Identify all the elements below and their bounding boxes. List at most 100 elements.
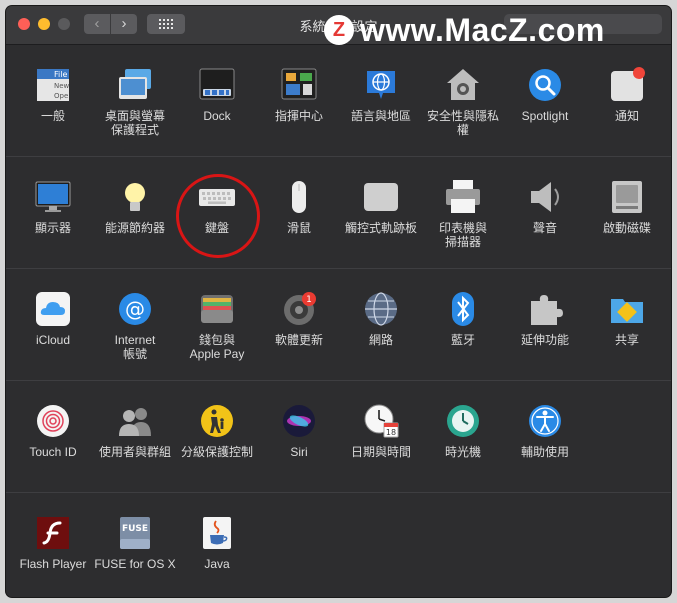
pref-label: 指揮中心 — [274, 109, 323, 123]
pref-wallet-applepay[interactable]: 錢包與 Apple Pay — [176, 269, 258, 380]
pref-internet-accounts[interactable]: @ Internet 帳號 — [94, 269, 176, 380]
pref-label: 時光機 — [444, 445, 481, 459]
bluetooth-icon — [452, 292, 474, 326]
pref-sound[interactable]: 聲音 — [504, 157, 586, 268]
pref-label: 輔助使用 — [520, 445, 569, 459]
pref-label: 顯示器 — [34, 221, 71, 235]
pref-mission-control[interactable]: 指揮中心 — [258, 45, 340, 156]
watermark: Z www.MacZ.com — [324, 12, 605, 48]
pref-spotlight[interactable]: Spotlight — [504, 45, 586, 156]
siri-icon — [283, 405, 315, 437]
security-privacy-icon — [447, 69, 479, 100]
date-time-icon: 18 — [364, 404, 399, 438]
energy-saver-icon — [125, 183, 145, 211]
touch-id-icon — [37, 405, 69, 437]
pref-touch-id[interactable]: Touch ID — [12, 381, 94, 492]
pref-fuse[interactable]: FUSE FUSE for OS X — [94, 493, 176, 597]
pref-label: Dock — [203, 109, 231, 123]
pref-security-privacy[interactable]: 安全性與隱私權 — [422, 45, 504, 156]
pref-parental-controls[interactable]: 分級保護控制 — [176, 381, 258, 492]
pref-label: 分級保護控制 — [180, 445, 253, 459]
pref-label: 觸控式軌跡板 — [344, 221, 417, 235]
pref-trackpad[interactable]: 觸控式軌跡板 — [340, 157, 422, 268]
pref-energy-saver[interactable]: 能源節約器 — [94, 157, 176, 268]
pref-software-update[interactable]: 1 軟體更新 — [258, 269, 340, 380]
preferences-row-system: Touch ID 使用者與群組 分級保護控制 Siri 18 日期與時間 時光機… — [6, 381, 671, 493]
fuse-icon: FUSE — [120, 517, 150, 549]
pref-label: FUSE for OS X — [94, 557, 176, 571]
pref-label: 啟動磁碟 — [602, 221, 651, 235]
pref-printers-scanners[interactable]: 印表機與 掃描器 — [422, 157, 504, 268]
watermark-text: www.MacZ.com — [360, 11, 605, 48]
accessibility-icon — [529, 405, 561, 437]
pref-users-groups[interactable]: 使用者與群組 — [94, 381, 176, 492]
pref-label: Siri — [290, 445, 308, 459]
keyboard-highlight-circle — [176, 174, 260, 258]
pref-label: 軟體更新 — [274, 333, 323, 347]
update-badge: 1 — [306, 295, 312, 305]
pref-label: 網路 — [368, 333, 393, 347]
pref-label: 共享 — [614, 333, 639, 347]
preferences-row-personal: File New Ope 一般 桌面與螢幕 保護程式 Dock 指揮中心 語言與… — [6, 45, 671, 157]
extensions-icon — [531, 295, 563, 325]
trackpad-icon — [364, 183, 398, 211]
internet-accounts-icon: @ — [119, 293, 151, 325]
pref-label: 語言與地區 — [350, 109, 411, 123]
pref-language-region[interactable]: 語言與地區 — [340, 45, 422, 156]
pref-label: 安全性與隱私權 — [426, 109, 499, 137]
pref-label: 一般 — [40, 109, 65, 123]
pref-network[interactable]: 網路 — [340, 269, 422, 380]
pref-label: iCloud — [35, 333, 71, 347]
pref-label: 使用者與群組 — [98, 445, 171, 459]
pref-mouse[interactable]: 滑鼠 — [258, 157, 340, 268]
general-icon-open: Ope — [54, 92, 68, 100]
pref-java[interactable]: Java — [176, 493, 258, 597]
calendar-day: 18 — [386, 428, 396, 437]
fuse-icon-text: FUSE — [122, 524, 148, 534]
wallet-applepay-icon — [201, 295, 233, 323]
pref-accessibility[interactable]: 輔助使用 — [504, 381, 586, 492]
pref-displays[interactable]: 顯示器 — [12, 157, 94, 268]
pref-extensions[interactable]: 延伸功能 — [504, 269, 586, 380]
pref-sharing[interactable]: 共享 — [586, 269, 668, 380]
pref-time-machine[interactable]: 時光機 — [422, 381, 504, 492]
general-icon-file: File — [54, 70, 67, 79]
notifications-icon — [611, 67, 645, 101]
pref-siri[interactable]: Siri — [258, 381, 340, 492]
pref-label: 桌面與螢幕 保護程式 — [104, 109, 165, 137]
printers-scanners-icon — [446, 180, 480, 213]
displays-icon — [35, 181, 71, 212]
pref-label: 能源節約器 — [104, 221, 165, 235]
pref-label: 滑鼠 — [286, 221, 311, 235]
pref-label: 錢包與 Apple Pay — [189, 333, 245, 361]
general-icon-new: New — [54, 82, 70, 90]
pref-label: 聲音 — [532, 221, 557, 235]
pref-label: 日期與時間 — [350, 445, 411, 459]
pref-general[interactable]: File New Ope 一般 — [12, 45, 94, 156]
pref-label: Spotlight — [521, 109, 569, 123]
flash-player-icon — [37, 517, 69, 549]
pref-date-time[interactable]: 18 日期與時間 — [340, 381, 422, 492]
icloud-icon — [36, 292, 70, 326]
pref-bluetooth[interactable]: 藍牙 — [422, 269, 504, 380]
pref-label: Flash Player — [19, 557, 87, 571]
parental-controls-icon — [201, 405, 233, 437]
pref-startup-disk[interactable]: 啟動磁碟 — [586, 157, 668, 268]
users-groups-icon — [119, 408, 151, 436]
general-icon: File New Ope — [37, 69, 70, 101]
spotlight-icon — [529, 69, 561, 101]
pref-notifications[interactable]: 通知 — [586, 45, 668, 156]
pref-label: 延伸功能 — [520, 333, 569, 347]
software-update-icon: 1 — [284, 292, 316, 325]
pref-label: 印表機與 掃描器 — [438, 221, 487, 249]
mission-control-icon — [281, 68, 317, 100]
pref-label: Touch ID — [29, 445, 77, 459]
pref-icloud[interactable]: iCloud — [12, 269, 94, 380]
pref-dock[interactable]: Dock — [176, 45, 258, 156]
pref-flash-player[interactable]: Flash Player — [12, 493, 94, 597]
pref-label: Internet 帳號 — [114, 333, 156, 361]
pref-desktop-screensaver[interactable]: 桌面與螢幕 保護程式 — [94, 45, 176, 156]
pref-label: 藍牙 — [450, 333, 475, 347]
preferences-row-internet: iCloud @ Internet 帳號 錢包與 Apple Pay 1 軟體更… — [6, 269, 671, 381]
startup-disk-icon — [612, 181, 642, 213]
